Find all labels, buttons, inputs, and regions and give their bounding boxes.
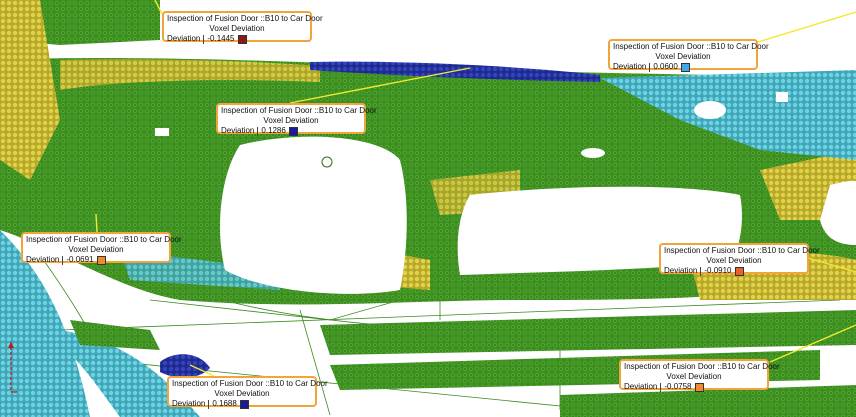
- deviation-color-swatch: [734, 266, 744, 276]
- callout-title: Inspection of Fusion Door ::B10 to Car D…: [26, 235, 182, 244]
- separator: [700, 266, 702, 276]
- deviation-value: -0.0691: [66, 255, 94, 264]
- deviation-color-swatch: [288, 126, 298, 136]
- separator: [649, 62, 651, 72]
- 3d-viewport[interactable]: Inspection of Fusion Door ::B10 to Car D…: [0, 0, 856, 417]
- deviation-label: Deviation: [167, 34, 201, 43]
- deviation-callout[interactable]: Inspection of Fusion Door ::B10 to Car D…: [216, 103, 377, 136]
- axis-triad-icon: [4, 342, 18, 400]
- callout-subtitle: Voxel Deviation: [209, 24, 265, 33]
- deviation-label: Deviation: [664, 266, 698, 275]
- deviation-color-swatch: [239, 399, 249, 409]
- opening-left: [220, 136, 407, 294]
- deviation-value: 0.1286: [261, 126, 286, 135]
- deviation-callout[interactable]: Inspection of Fusion Door ::B10 to Car D…: [167, 376, 328, 409]
- deviation-label: Deviation: [26, 255, 60, 264]
- deviation-label: Deviation: [613, 62, 647, 71]
- callout-subtitle: Voxel Deviation: [666, 372, 722, 381]
- separator: [208, 399, 210, 409]
- deviation-value: -0.0910: [704, 266, 732, 275]
- deviation-color-swatch: [694, 382, 704, 392]
- callout-title: Inspection of Fusion Door ::B10 to Car D…: [613, 42, 769, 51]
- callout-title: Inspection of Fusion Door ::B10 to Car D…: [624, 362, 780, 371]
- deviation-label: Deviation: [172, 399, 206, 408]
- deviation-value: 0.0600: [653, 62, 678, 71]
- blue-region-bottom: [160, 354, 210, 378]
- deviation-callout[interactable]: Inspection of Fusion Door ::B10 to Car D…: [659, 243, 820, 276]
- deviation-callout[interactable]: Inspection of Fusion Door ::B10 to Car D…: [21, 232, 182, 265]
- callout-subtitle: Voxel Deviation: [214, 389, 270, 398]
- callout-title: Inspection of Fusion Door ::B10 to Car D…: [221, 106, 377, 115]
- deviation-label: Deviation: [221, 126, 255, 135]
- deviation-color-swatch: [237, 34, 247, 44]
- callout-title: Inspection of Fusion Door ::B10 to Car D…: [664, 246, 820, 255]
- separator: [660, 382, 662, 392]
- deviation-label: Deviation: [624, 382, 658, 391]
- callout-subtitle: Voxel Deviation: [655, 52, 711, 61]
- deviation-color-swatch: [680, 62, 690, 72]
- deviation-value: 0.1688: [212, 399, 237, 408]
- separator: [257, 126, 259, 136]
- callout-subtitle: Voxel Deviation: [263, 116, 319, 125]
- deviation-value: -0.0758: [664, 382, 692, 391]
- deviation-callout[interactable]: Inspection of Fusion Door ::B10 to Car D…: [619, 359, 780, 392]
- deviation-callout[interactable]: Inspection of Fusion Door ::B10 to Car D…: [608, 39, 769, 72]
- callout-subtitle: Voxel Deviation: [706, 256, 762, 265]
- callout-subtitle: Voxel Deviation: [68, 245, 124, 254]
- deviation-callout[interactable]: Inspection of Fusion Door ::B10 to Car D…: [162, 11, 323, 44]
- separator: [62, 255, 64, 265]
- callout-title: Inspection of Fusion Door ::B10 to Car D…: [172, 379, 328, 388]
- deviation-value: -0.1445: [207, 34, 235, 43]
- deviation-color-swatch: [96, 255, 106, 265]
- callout-title: Inspection of Fusion Door ::B10 to Car D…: [167, 14, 323, 23]
- separator: [203, 34, 205, 44]
